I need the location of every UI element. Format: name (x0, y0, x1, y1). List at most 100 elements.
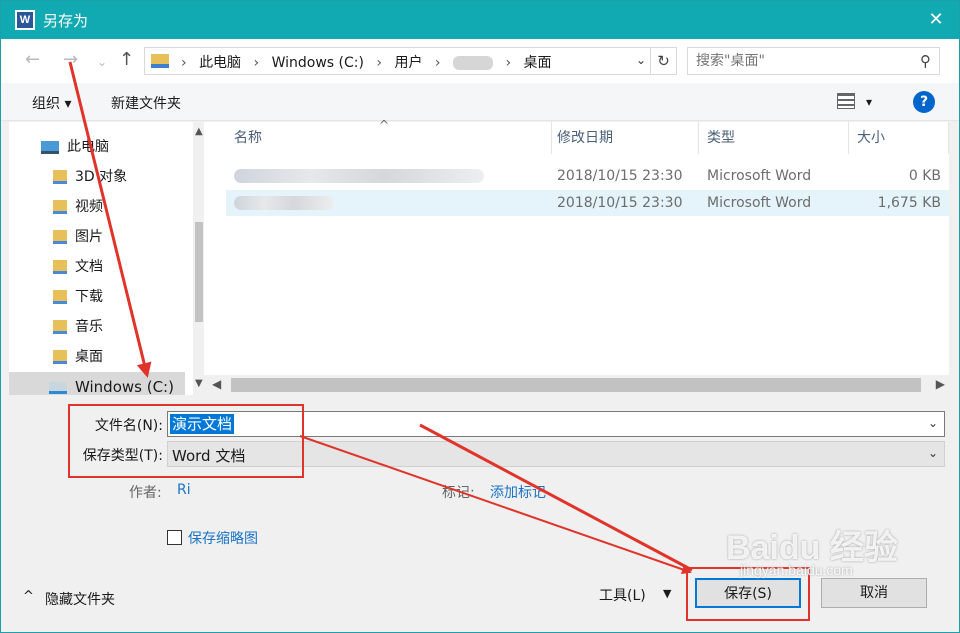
add-tags-link[interactable]: 添加标记 (490, 482, 546, 502)
sidebar-item-windows-c[interactable]: Windows (C:) (9, 372, 185, 395)
organize-button[interactable]: 组织 ▾ (32, 93, 71, 113)
sidebar-item-label: 3D 对象 (75, 169, 128, 185)
navigation-pane: 此电脑 3D 对象 视频 图片 文档 下载 音乐 桌面 Windows (C:)… (9, 122, 203, 395)
author-label: 作者: (129, 485, 162, 501)
sidebar-item-label: 此电脑 (67, 139, 109, 155)
sidebar-item-label: 视频 (75, 199, 103, 215)
cancel-button[interactable]: 取消 (821, 578, 927, 608)
back-arrow-icon[interactable]: ← (25, 51, 40, 69)
search-input[interactable] (688, 48, 898, 74)
hide-folders-chevron-icon[interactable]: ^ (23, 589, 34, 604)
file-size: 0 KB (908, 168, 941, 184)
file-size: 1,675 KB (877, 195, 941, 211)
breadcrumb-separator: › (505, 55, 512, 71)
title-bar: W 另存为 ✕ (1, 1, 959, 39)
scroll-up-icon[interactable]: ▲ (195, 126, 203, 137)
file-type: Microsoft Word (707, 168, 812, 184)
redacted-file-name (234, 196, 334, 210)
3d-objects-icon (53, 170, 67, 184)
address-row: ← → ⌄ ↑ › 此电脑 › Windows (C:) › 用户 › › 桌面… (1, 39, 959, 83)
scrollbar-thumb[interactable] (231, 378, 921, 392)
sidebar-item-music[interactable]: 音乐 (9, 312, 185, 342)
filetype-dropdown-chevron-icon[interactable]: ⌄ (928, 446, 938, 460)
sidebar-item-downloads[interactable]: 下载 (9, 282, 185, 312)
view-options-dropdown-icon[interactable]: ▾ (866, 95, 872, 109)
breadcrumb-separator: › (434, 55, 441, 71)
table-row[interactable]: 2018/10/15 23:30 Microsoft Word 1,675 KB (226, 190, 949, 216)
sidebar-item-label: 音乐 (75, 319, 103, 335)
redacted-file-name (234, 169, 484, 183)
view-options-icon[interactable] (837, 93, 855, 109)
sidebar-item-desktop[interactable]: 桌面 (9, 342, 185, 372)
sort-ascending-icon: ^ (379, 118, 390, 132)
command-bar: 组织 ▾ 新建文件夹 ▾ ? (1, 83, 959, 121)
pictures-icon (53, 230, 67, 244)
author-value[interactable]: Ri (177, 482, 191, 498)
watermark-url: jingyan.baidu.com (740, 562, 853, 578)
column-header-modified[interactable]: 修改日期 (549, 122, 699, 154)
refresh-icon[interactable]: ↻ (650, 48, 676, 74)
breadcrumb-users[interactable]: 用户 (394, 55, 422, 71)
save-thumbnail-checkbox[interactable] (167, 530, 182, 545)
sidebar-item-pictures[interactable]: 图片 (9, 222, 185, 252)
recent-locations-chevron-icon[interactable]: ⌄ (97, 53, 107, 71)
music-icon (53, 320, 67, 334)
sidebar-item-label: 下载 (75, 289, 103, 305)
column-header-size[interactable]: 大小 (849, 122, 949, 154)
table-row[interactable]: 2018/10/15 23:30 Microsoft Word 0 KB (226, 163, 949, 189)
address-dropdown-chevron-icon[interactable]: ⌄ (636, 53, 646, 67)
hide-folders-button[interactable]: 隐藏文件夹 (45, 589, 115, 609)
file-modified-date: 2018/10/15 23:30 (557, 195, 683, 211)
sidebar-item-videos[interactable]: 视频 (9, 192, 185, 222)
tools-dropdown-icon[interactable]: ▼ (663, 587, 671, 600)
column-header-type[interactable]: 类型 (699, 122, 849, 154)
sidebar-item-label: Windows (C:) (75, 378, 174, 395)
breadcrumb-windows-c[interactable]: Windows (C:) (272, 55, 364, 71)
sidebar-item-label: 文档 (75, 259, 103, 275)
sidebar-item-documents[interactable]: 文档 (9, 252, 185, 282)
breadcrumb-this-pc[interactable]: 此电脑 (199, 55, 241, 71)
scrollbar-thumb[interactable] (195, 222, 203, 322)
sidebar-item-label: 图片 (75, 229, 103, 245)
sidebar-item-this-pc[interactable]: 此电脑 (9, 132, 185, 162)
breadcrumb-username-redacted[interactable] (452, 56, 493, 70)
filename-dropdown-chevron-icon[interactable]: ⌄ (928, 416, 938, 430)
desktop-icon (53, 350, 67, 364)
sidebar-item-label: 桌面 (75, 349, 103, 365)
new-folder-button[interactable]: 新建文件夹 (111, 93, 181, 113)
word-app-icon: W (15, 10, 35, 30)
scroll-down-icon[interactable]: ▼ (195, 378, 203, 389)
sidebar-item-3d-objects[interactable]: 3D 对象 (9, 162, 185, 192)
search-box: ⚲ (687, 47, 940, 75)
help-icon[interactable]: ? (913, 91, 935, 113)
documents-icon (53, 260, 67, 274)
annotation-highlight-filename (68, 404, 304, 478)
forward-arrow-icon[interactable]: → (63, 51, 78, 69)
tags-label: 标记: (442, 485, 475, 501)
file-type: Microsoft Word (707, 195, 812, 211)
breadcrumb-desktop[interactable]: 桌面 (524, 55, 552, 71)
videos-icon (53, 200, 67, 214)
scroll-right-icon[interactable]: ▶ (936, 377, 945, 391)
file-list-horizontal-scrollbar[interactable]: ◀ ▶ (204, 375, 949, 395)
dialog-title: 另存为 (43, 12, 89, 30)
downloads-icon (53, 290, 67, 304)
breadcrumb-separator: › (376, 55, 383, 71)
scroll-left-icon[interactable]: ◀ (212, 377, 221, 391)
computer-icon (41, 140, 59, 154)
baidu-watermark-logo: Baidu 经验 jingyan.baidu.com (726, 520, 898, 578)
desktop-folder-icon (151, 54, 169, 68)
breadcrumb: › 此电脑 › Windows (C:) › 用户 › › 桌面 (177, 52, 556, 72)
breadcrumb-separator: › (253, 55, 260, 71)
navigation-pane-scrollbar[interactable]: ▲ ▼ (193, 122, 203, 395)
close-icon[interactable]: ✕ (913, 1, 959, 39)
breadcrumb-separator: › (181, 55, 187, 71)
file-list: 名称 ^ 修改日期 类型 大小 2018/10/15 23:30 Microso… (204, 118, 949, 395)
tools-button[interactable]: 工具(L) (599, 585, 646, 605)
address-bar[interactable]: › 此电脑 › Windows (C:) › 用户 › › 桌面 ⌄ ↻ (144, 47, 677, 75)
file-modified-date: 2018/10/15 23:30 (557, 168, 683, 184)
drive-icon (49, 381, 67, 394)
save-thumbnail-label[interactable]: 保存缩略图 (188, 528, 258, 548)
up-arrow-icon[interactable]: ↑ (119, 51, 134, 69)
search-icon[interactable]: ⚲ (920, 52, 931, 70)
